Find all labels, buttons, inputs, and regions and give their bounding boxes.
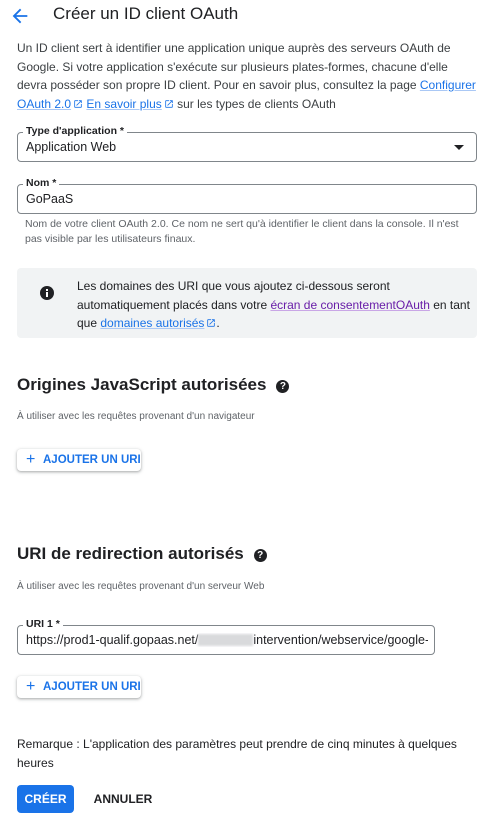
dropdown-arrow-icon [454, 145, 464, 150]
application-type-value: Application Web [26, 140, 117, 154]
redirect-uri-1-value: https://prod1-qualif.gopaas.net/interven… [26, 633, 428, 647]
add-redirect-uri-button-label: AJOUTER UN URI [43, 681, 141, 693]
external-link-icon [207, 319, 216, 327]
create-button[interactable]: CRÉER [17, 785, 74, 813]
external-link-icon [74, 99, 82, 108]
help-icon[interactable]: ? [253, 549, 267, 562]
info-text: Les domaines des URI que vous ajoutez ci… [77, 277, 472, 333]
js-origins-description: À utiliser avec les requêtes provenant d… [17, 411, 255, 422]
page-title: Créer un ID client OAuth [53, 4, 239, 23]
intro-text-2: sur les types de clients OAuth [173, 96, 336, 111]
name-label: Nom * [23, 176, 60, 190]
add-js-origin-button[interactable]: + AJOUTER UN URI [17, 449, 141, 471]
settings-note: Remarque : L'application des paramètres … [17, 737, 457, 770]
name-value: GoPaaS [26, 192, 74, 206]
add-js-origin-button-label: AJOUTER UN URI [43, 454, 141, 466]
info-box: Les domaines des URI que vous ajoutez ci… [17, 268, 477, 338]
authorized-domains-link[interactable]: domaines autorisés [100, 316, 204, 330]
js-origins-title: Origines JavaScript autorisées [17, 375, 267, 394]
intro-paragraph: Un ID client sert à identifier une appli… [17, 39, 477, 113]
redirect-uri-1-input[interactable]: URI 1 * https://prod1-qualif.gopaas.net/… [17, 617, 435, 655]
arrow-back-icon[interactable] [9, 5, 31, 27]
intro-text-1: Un ID client sert à identifier une appli… [17, 41, 451, 92]
application-type-label: Type d'application * [23, 124, 127, 138]
plus-icon: + [26, 451, 36, 468]
learn-more-link[interactable]: En savoir plus [86, 97, 161, 111]
redirect-uri-1-value-start: https://prod1-qualif.gopaas.net/ [26, 633, 199, 647]
redirect-uris-section-title: URI de redirection autorisés? [17, 544, 267, 564]
page-header: Créer un ID client OAuth [0, 0, 489, 32]
redirect-uri-1-value-end: intervention/webservice/google-sy [253, 633, 428, 647]
info-icon [40, 286, 54, 300]
info-text-3: . [216, 316, 220, 330]
name-helper-text: Nom de votre client OAuth 2.0. Ce nom ne… [25, 218, 459, 245]
plus-icon: + [26, 678, 36, 695]
add-redirect-uri-button[interactable]: + AJOUTER UN URI [17, 676, 141, 698]
redirect-uris-description: À utiliser avec les requêtes provenant d… [17, 581, 265, 592]
redirect-uri-1-label: URI 1 * [23, 617, 63, 631]
redirect-uris-title: URI de redirection autorisés [17, 544, 244, 563]
cancel-button[interactable]: ANNULER [88, 785, 158, 813]
redacted-text [198, 634, 254, 646]
help-icon[interactable]: ? [276, 380, 290, 393]
consent-screen-link[interactable]: écran de consentementOAuth [270, 298, 429, 312]
name-input[interactable]: Nom * GoPaaS [17, 176, 477, 214]
js-origins-section-title: Origines JavaScript autorisées? [17, 375, 290, 395]
application-type-select[interactable]: Type d'application * Application Web [17, 124, 477, 162]
external-link-icon [165, 99, 173, 108]
